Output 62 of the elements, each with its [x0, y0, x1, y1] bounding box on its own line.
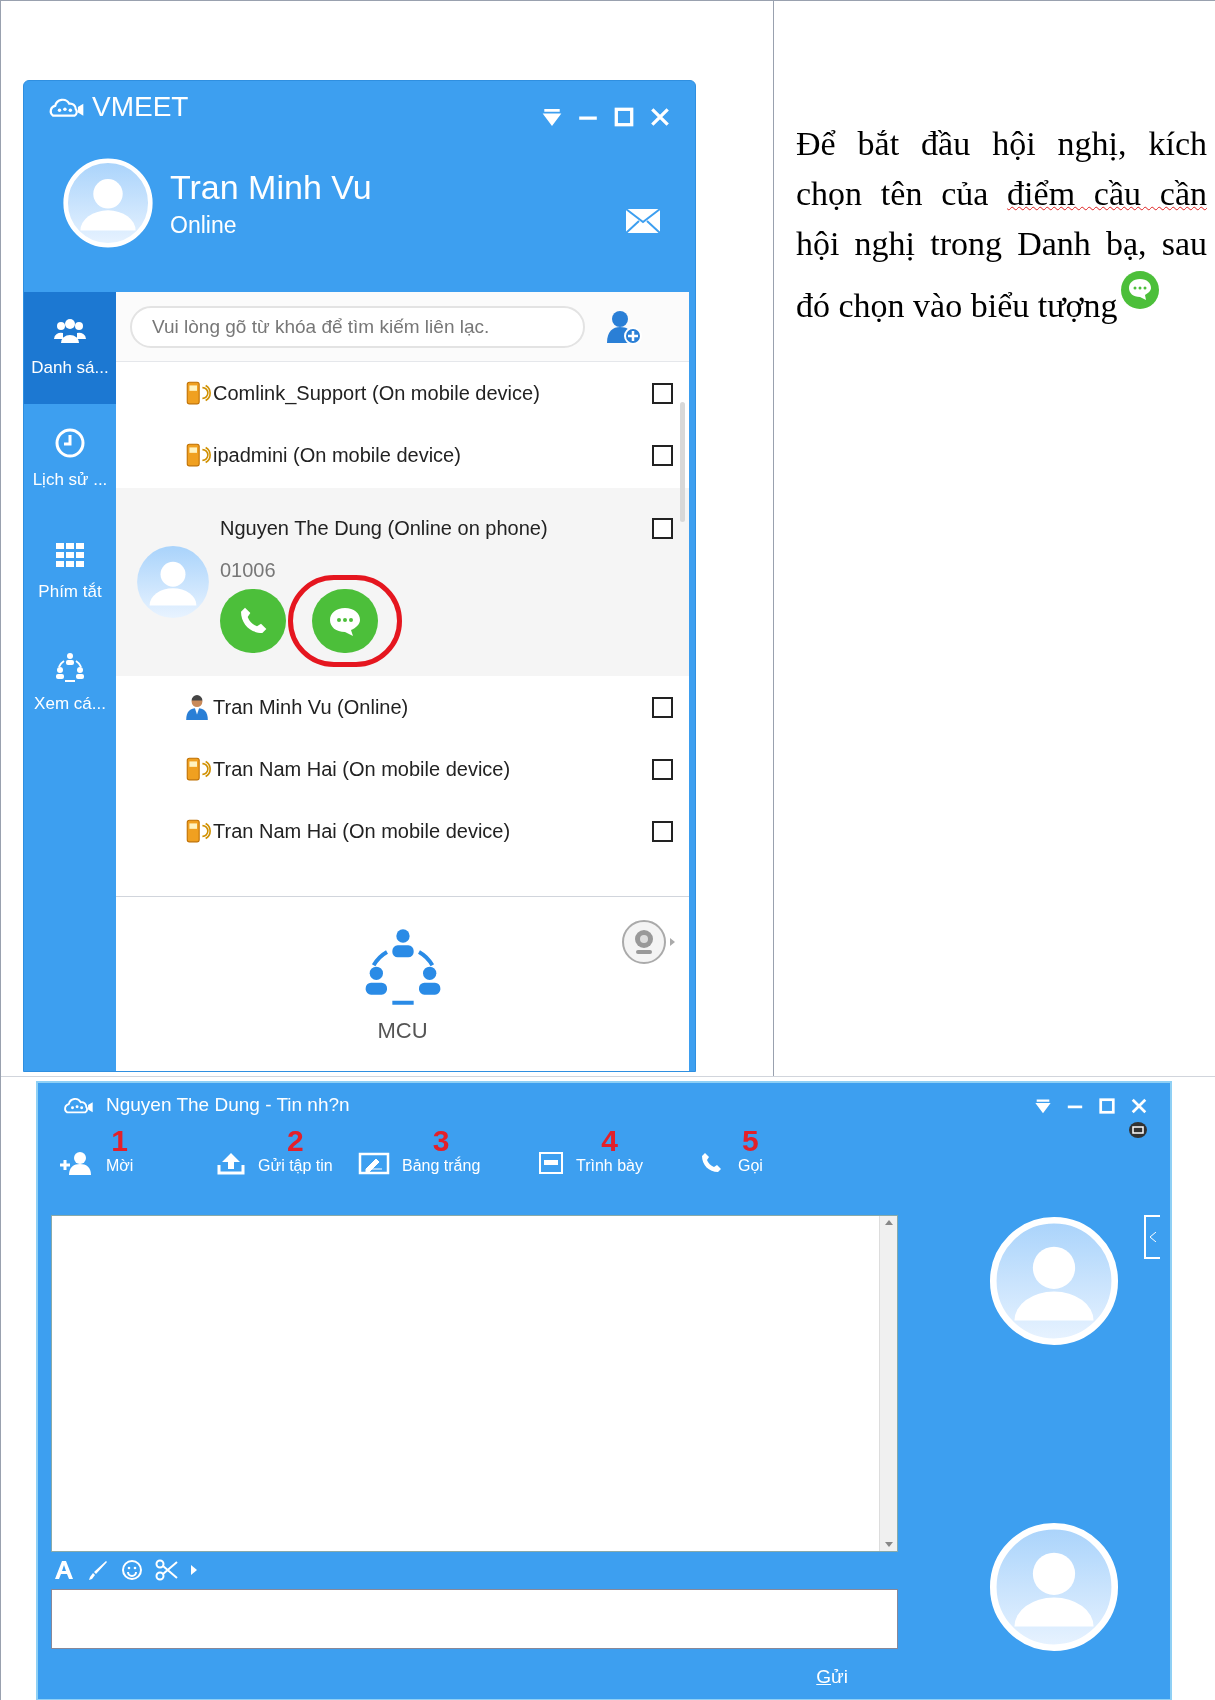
- collapse-tab[interactable]: [1144, 1215, 1160, 1259]
- mcu-label: MCU: [377, 1016, 428, 1045]
- upload-icon: [216, 1151, 246, 1175]
- checkbox[interactable]: [652, 517, 673, 539]
- chevron-left-icon: [1150, 1232, 1156, 1242]
- add-person-icon: [58, 1151, 94, 1175]
- sidebar-tab[interactable]: Danh sá...: [24, 292, 116, 404]
- dropdown-icon[interactable]: [541, 106, 563, 128]
- scrollbar[interactable]: [879, 1216, 897, 1551]
- font-icon[interactable]: [53, 1559, 75, 1581]
- maximize-icon[interactable]: [613, 106, 635, 128]
- instruction-text: Để bắt đầu hội nghị, kích chọn tên của điểm cầu cần hội nghị trong Danh bạ, sau đó chọn vào biểu tượng: [796, 124, 1207, 326]
- close-icon[interactable]: [1130, 1097, 1148, 1115]
- contact-row[interactable]: Comlink_Support (On mobile device): [116, 362, 689, 424]
- step-number: 2: [287, 1127, 304, 1155]
- window-title: Nguyen The Dung - Tin nh?n: [106, 1093, 350, 1117]
- screen-icon[interactable]: [1128, 1121, 1148, 1139]
- scrollbar-thumb[interactable]: [680, 402, 685, 522]
- dropdown-icon[interactable]: [1034, 1097, 1052, 1115]
- person-icon: [183, 694, 211, 720]
- step-number: 5: [742, 1127, 759, 1155]
- group-icon: [53, 651, 87, 684]
- clock-icon: [53, 427, 87, 460]
- up-arrow-icon[interactable]: [884, 1220, 893, 1225]
- user-name: Tran Minh Vu: [170, 167, 372, 208]
- chat-bubble-icon: [327, 605, 363, 637]
- send-button[interactable]: Gửi: [816, 1663, 848, 1692]
- contact-row[interactable]: Tran Nam Hai (On mobile device): [116, 738, 689, 800]
- step-number: 4: [601, 1127, 618, 1155]
- contact-number: 01006: [220, 558, 276, 583]
- contact-name[interactable]: Nguyen The Dung (Online on phone): [220, 513, 548, 543]
- caret-icon[interactable]: [191, 1565, 197, 1575]
- checkbox[interactable]: [652, 444, 673, 466]
- brush-icon[interactable]: [87, 1559, 109, 1581]
- down-arrow-icon[interactable]: [884, 1542, 893, 1547]
- smiley-icon[interactable]: [121, 1559, 143, 1581]
- maximize-icon[interactable]: [1098, 1097, 1116, 1115]
- toolbar-button[interactable]: 1 Mời: [58, 1127, 216, 1177]
- toolbar-button[interactable]: 3 Bảng trắng: [358, 1127, 538, 1177]
- scissors-icon[interactable]: [155, 1559, 179, 1581]
- contact-row[interactable]: Tran Minh Vu (Online): [116, 676, 689, 738]
- step-number: 3: [432, 1127, 450, 1155]
- checkbox[interactable]: [652, 382, 673, 404]
- checkbox[interactable]: [652, 696, 673, 718]
- contact-row[interactable]: Tran Nam Hai (On mobile device): [116, 800, 689, 862]
- toolbar-button[interactable]: 5 Gọi: [696, 1127, 816, 1177]
- search-field[interactable]: Vui lòng gõ từ khóa để tìm kiếm liên lạc.: [130, 305, 585, 348]
- contact-row[interactable]: ipadmini (On mobile device): [116, 424, 689, 486]
- checkbox[interactable]: [652, 820, 673, 842]
- user-status: Online: [170, 211, 237, 240]
- toolbar-button[interactable]: 4 Trình bày: [538, 1127, 696, 1177]
- toolbar-button[interactable]: 2 Gửi tập tin: [216, 1127, 358, 1177]
- close-icon[interactable]: [649, 106, 671, 128]
- slides-icon: [538, 1151, 564, 1175]
- chat-button[interactable]: [312, 589, 378, 653]
- whiteboard-icon: [358, 1151, 390, 1175]
- app-title: VMEET: [92, 90, 189, 124]
- message-input[interactable]: [51, 1589, 898, 1649]
- contact-row-expanded[interactable]: Nguyen The Dung (Online on phone) 01006: [116, 488, 689, 676]
- mail-icon[interactable]: [625, 208, 661, 234]
- step-number: 1: [111, 1127, 129, 1155]
- checkbox[interactable]: [652, 758, 673, 780]
